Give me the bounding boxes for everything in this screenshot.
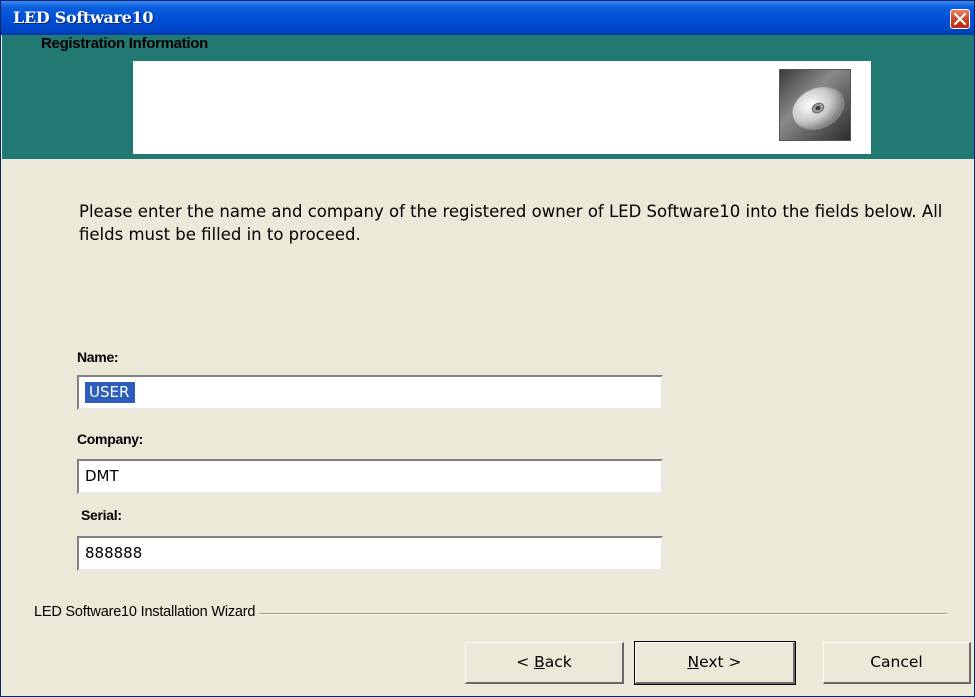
cd-disc-icon: [779, 69, 851, 141]
company-value: DMT: [85, 467, 119, 485]
close-button[interactable]: [950, 9, 970, 29]
name-label: Name:: [77, 349, 119, 365]
name-value: USER: [85, 382, 136, 403]
next-button[interactable]: Next >: [634, 641, 796, 685]
back-prefix: <: [516, 653, 535, 671]
serial-label: Serial:: [81, 507, 122, 523]
cancel-label: Cancel: [870, 653, 923, 671]
wizard-label: LED Software10 Installation Wizard: [34, 604, 260, 620]
serial-value: 888888: [85, 544, 143, 562]
window-title: LED Software10: [13, 8, 154, 27]
cancel-button[interactable]: Cancel: [823, 642, 971, 684]
next-rest: ext >: [699, 653, 742, 671]
company-field[interactable]: DMT: [77, 459, 663, 494]
next-mnemonic: N: [687, 653, 700, 671]
instructions-text: Please enter the name and company of the…: [79, 202, 943, 244]
back-button[interactable]: < Back: [465, 642, 624, 684]
back-mnemonic: B: [534, 653, 545, 671]
company-label: Company:: [77, 431, 144, 447]
close-icon: [954, 13, 966, 25]
header-panel: [133, 61, 871, 154]
title-bar[interactable]: LED Software10: [1, 1, 974, 35]
serial-field[interactable]: 888888: [77, 536, 663, 571]
back-rest: ack: [544, 653, 572, 671]
installer-window: LED Software10 Registration Information …: [0, 0, 975, 697]
page-title: Registration Information: [41, 35, 208, 52]
name-field[interactable]: USER: [77, 375, 663, 410]
